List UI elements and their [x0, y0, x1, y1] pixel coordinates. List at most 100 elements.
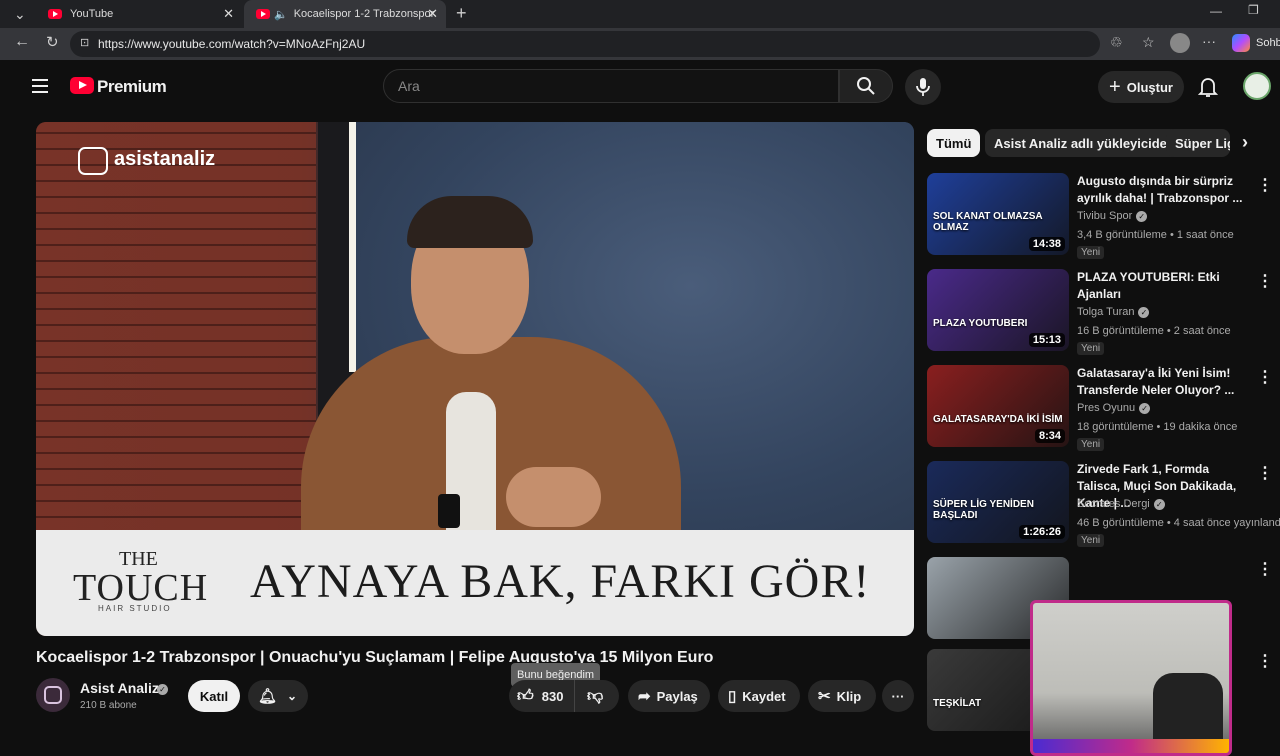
youtube-favicon-icon [48, 9, 62, 19]
chip-super-lig[interactable]: Süper Lig [1166, 129, 1230, 157]
copilot-icon[interactable] [1232, 34, 1250, 52]
tab-list-icon[interactable]: ⌄ [14, 6, 26, 23]
more-horizontal-icon: ··· [891, 688, 905, 704]
video-thumbnail[interactable]: PLAZA YOUTUBERI 15:13 [927, 269, 1069, 351]
recommendation-meta: 46 B görüntüleme • 4 saat önce yayınland… [1077, 517, 1280, 529]
recommendation-meta: 3,4 B görüntüleme • 1 saat önce [1077, 229, 1234, 241]
search-icon [857, 77, 875, 95]
sponsor-brand-line3: HAIR STUDIO [98, 604, 172, 613]
channel-avatar[interactable] [36, 678, 70, 712]
share-icon: ➦ [638, 688, 651, 705]
recommendation-title[interactable]: Augusto dışında bir sürpriz ayrılık daha… [1077, 173, 1247, 207]
presenter-hair [407, 196, 533, 248]
recommendation-item[interactable]: SOL KANAT OLMAZSA OLMAZ 14:38 Augusto dı… [927, 173, 1273, 259]
video-thumbnail[interactable]: SOL KANAT OLMAZSA OLMAZ 14:38 [927, 173, 1069, 255]
duration-badge: 15:13 [1028, 333, 1065, 347]
recommendation-title[interactable]: PLAZA YOUTUBERI: Etki Ajanları [1077, 269, 1247, 303]
more-icon[interactable]: ··· [1202, 33, 1216, 49]
channel-name[interactable]: Asist Analiz [80, 680, 159, 696]
menu-icon[interactable] [32, 79, 48, 93]
create-button[interactable]: + Oluştur [1098, 71, 1184, 103]
thumbnail-caption: GALATASARAY'DA İKİ İSİM [933, 414, 1063, 425]
tab-youtube[interactable]: YouTube ✕ [36, 0, 242, 28]
search-button[interactable] [839, 69, 893, 103]
thumbnail-caption: PLAZA YOUTUBERI [933, 318, 1028, 329]
video-player[interactable]: asistanaliz THE TOUCH HAIR STUDIO AYNAYA… [36, 122, 914, 636]
search-input[interactable]: Ara [383, 69, 839, 103]
url-input[interactable]: ⊡ https://www.youtube.com/watch?v=MNoAzF… [70, 31, 1100, 57]
more-vertical-icon[interactable]: ⋮ [1257, 651, 1273, 671]
more-vertical-icon[interactable]: ⋮ [1257, 175, 1273, 195]
youtube-logo-icon[interactable] [70, 77, 94, 94]
plus-icon: + [1109, 75, 1121, 98]
chevron-right-icon[interactable]: › [1242, 132, 1248, 153]
tab-title: Kocaelispor 1-2 Trabzonspor [293, 8, 435, 20]
logo-brand-text[interactable]: Premium [97, 77, 167, 97]
chevron-down-icon: ⌄ [287, 689, 298, 703]
new-tab-icon[interactable]: + [456, 3, 467, 24]
chip-label: Tümü [936, 135, 972, 151]
recommendation-title[interactable]: Galatasaray'a İki Yeni İsim! Transferde … [1077, 365, 1247, 399]
recommendation-meta: 16 B görüntüleme • 2 saat önce [1077, 325, 1231, 337]
profile-avatar[interactable] [1170, 33, 1190, 53]
more-vertical-icon[interactable]: ⋮ [1257, 463, 1273, 483]
channel-name: Socrates Dergi [1077, 498, 1150, 510]
copilot-label[interactable]: Sohb [1256, 37, 1280, 49]
duration-badge: 1:26:26 [1019, 525, 1065, 539]
recommendation-item[interactable]: SÜPER LİG YENİDEN BAŞLADI 1:26:26 Zirved… [927, 461, 1280, 547]
recommendation-channel[interactable]: Tivibu Spor ✓ [1077, 210, 1148, 222]
save-label: Kaydet [742, 688, 786, 704]
bookmark-icon: ▯ [728, 688, 737, 705]
thumbs-down-icon[interactable]: 👎︎ [587, 687, 603, 706]
voice-search-button[interactable] [905, 69, 941, 105]
notifications-bell-icon[interactable] [1198, 76, 1218, 98]
more-vertical-icon[interactable]: ⋮ [1257, 559, 1273, 579]
video-thumbnail[interactable]: GALATASARAY'DA İKİ İSİM 8:34 [927, 365, 1069, 447]
minimize-icon[interactable]: — [1210, 4, 1222, 18]
more-actions-button[interactable]: ··· [882, 680, 914, 712]
brick-wall [36, 122, 316, 532]
chip-all[interactable]: Tümü [927, 129, 981, 157]
asistanaliz-logo-icon [44, 686, 62, 704]
webcam-bottom-bar [1033, 739, 1229, 753]
duration-badge: 14:38 [1028, 237, 1065, 251]
share-button[interactable]: ➦ Paylaş [628, 680, 710, 712]
tab-video[interactable]: 🔈 Kocaelispor 1-2 Trabzonspor ✕ [244, 0, 446, 28]
create-label: Oluştur [1126, 79, 1173, 95]
favorites-icon[interactable]: ☆ [1142, 34, 1155, 51]
chip-uploader[interactable]: Asist Analiz adlı yükleyiciden [985, 129, 1184, 157]
more-vertical-icon[interactable]: ⋮ [1257, 367, 1273, 387]
recommendation-item[interactable]: GALATASARAY'DA İKİ İSİM 8:34 Galatasaray… [927, 365, 1273, 451]
like-button[interactable]: 👍︎ 830 [509, 680, 575, 712]
save-button[interactable]: ▯ Kaydet [718, 680, 800, 712]
close-tab-icon[interactable]: ✕ [223, 6, 234, 22]
recommendation-item[interactable]: PLAZA YOUTUBERI 15:13 PLAZA YOUTUBERI: E… [927, 269, 1273, 355]
like-count: 830 [541, 688, 564, 704]
close-tab-icon[interactable]: ✕ [427, 6, 438, 22]
extensions-icon[interactable]: ♲ [1110, 34, 1123, 51]
reload-icon[interactable]: ↻ [46, 33, 59, 51]
back-icon[interactable]: ← [14, 33, 30, 51]
duration-badge: 8:34 [1034, 429, 1065, 443]
verified-icon: ✓ [1136, 210, 1148, 222]
thumbnail-caption: SÜPER LİG YENİDEN BAŞLADI [933, 499, 1034, 521]
clip-button[interactable]: ✂ Klip [808, 680, 876, 712]
youtube-page: Premium Ara + Oluştur asistanaliz THE TO… [0, 60, 1280, 756]
verified-icon: ✓ [1153, 498, 1165, 510]
join-button[interactable]: Katıl [188, 680, 240, 712]
light-strip [349, 122, 356, 372]
speaker-icon[interactable]: 🔈 [274, 8, 288, 21]
overlay-brand: asistanaliz [114, 148, 216, 170]
video-thumbnail[interactable]: SÜPER LİG YENİDEN BAŞLADI 1:26:26 [927, 461, 1069, 543]
recommendation-channel[interactable]: Pres Oyunu ✓ [1077, 402, 1151, 414]
new-badge: Yeni [1077, 438, 1105, 451]
more-vertical-icon[interactable]: ⋮ [1257, 271, 1273, 291]
channel-name: Pres Oyunu [1077, 402, 1136, 414]
subscribed-bell-button[interactable]: 🔔︎ ⌄ [248, 680, 308, 712]
recommendation-channel[interactable]: Socrates Dergi ✓ [1077, 498, 1165, 510]
sponsor-slogan: AYNAYA BAK, FARKI GÖR! [250, 555, 871, 608]
restore-icon[interactable]: ❐ [1248, 3, 1259, 17]
recommendation-channel[interactable]: Tolga Turan ✓ [1077, 306, 1150, 318]
recommendation-meta: 18 görüntüleme • 19 dakika önce [1077, 421, 1238, 433]
account-avatar[interactable] [1243, 72, 1271, 100]
